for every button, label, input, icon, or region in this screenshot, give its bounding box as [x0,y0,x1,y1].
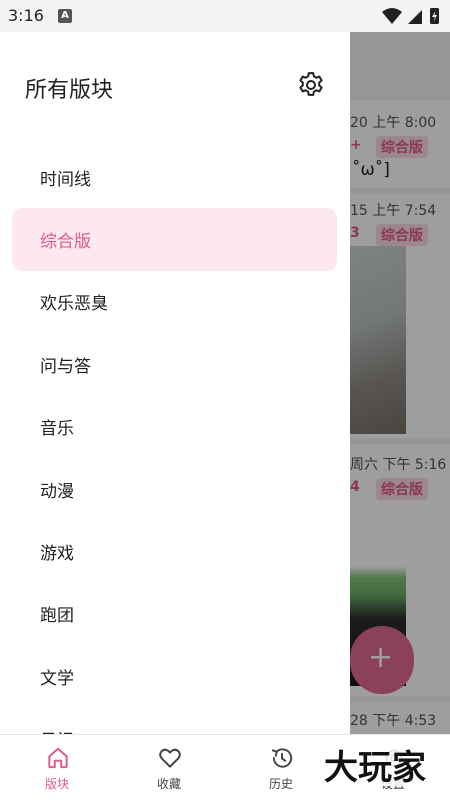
drawer-scrim[interactable] [350,32,450,734]
status-bar: 3:16 A [0,0,450,32]
board-item-diary[interactable]: 日记 [12,708,337,734]
board-item-label: 文学 [40,668,74,689]
board-item-general[interactable]: 综合版 [12,208,337,271]
nav-label: 收藏 [156,777,181,791]
board-item-literature[interactable]: 文学 [12,645,337,707]
gear-icon[interactable] [296,70,326,100]
watermark-logo: 大玩家 [304,746,446,788]
board-item-label: 综合版 [40,232,91,253]
board-item-music[interactable]: 音乐 [12,396,337,458]
status-time: 3:16 [8,6,44,25]
board-item-label: 时间线 [40,169,91,190]
board-drawer: 所有版块 时间线 综合版 欢乐恶臭 问与答 音乐 动漫 游戏 跑团 文学 日记 [0,32,350,734]
heart-icon [159,748,181,768]
board-item-label: 跑团 [40,606,74,627]
signal-icon [408,10,422,24]
board-item-label: 欢乐恶臭 [40,294,108,315]
home-icon [48,747,68,769]
nav-boards[interactable]: 版块 [1,735,113,800]
board-list: 时间线 综合版 欢乐恶臭 问与答 音乐 动漫 游戏 跑团 文学 日记 [12,146,337,734]
board-item-timeline[interactable]: 时间线 [12,146,337,208]
board-item-games[interactable]: 游戏 [12,520,337,582]
board-item-anime[interactable]: 动漫 [12,458,337,520]
board-item-qa[interactable]: 问与答 [12,333,337,395]
board-item-trpg[interactable]: 跑团 [12,583,337,645]
board-item-fun[interactable]: 欢乐恶臭 [12,271,337,333]
drawer-title: 所有版块 [25,78,114,103]
board-item-label: 音乐 [40,419,74,440]
nav-favorites[interactable]: 收藏 [113,735,225,800]
watermark-text: 大玩家 [324,748,426,788]
nav-label: 版块 [44,777,69,791]
board-item-label: 问与答 [40,356,91,377]
board-item-label: 日记 [40,726,74,734]
status-icons [380,6,442,30]
battery-icon [430,8,439,24]
history-icon [271,748,293,768]
notification-icon: A [58,9,72,23]
board-item-label: 游戏 [40,544,74,565]
wifi-icon [382,8,402,24]
board-item-label: 动漫 [40,481,74,502]
